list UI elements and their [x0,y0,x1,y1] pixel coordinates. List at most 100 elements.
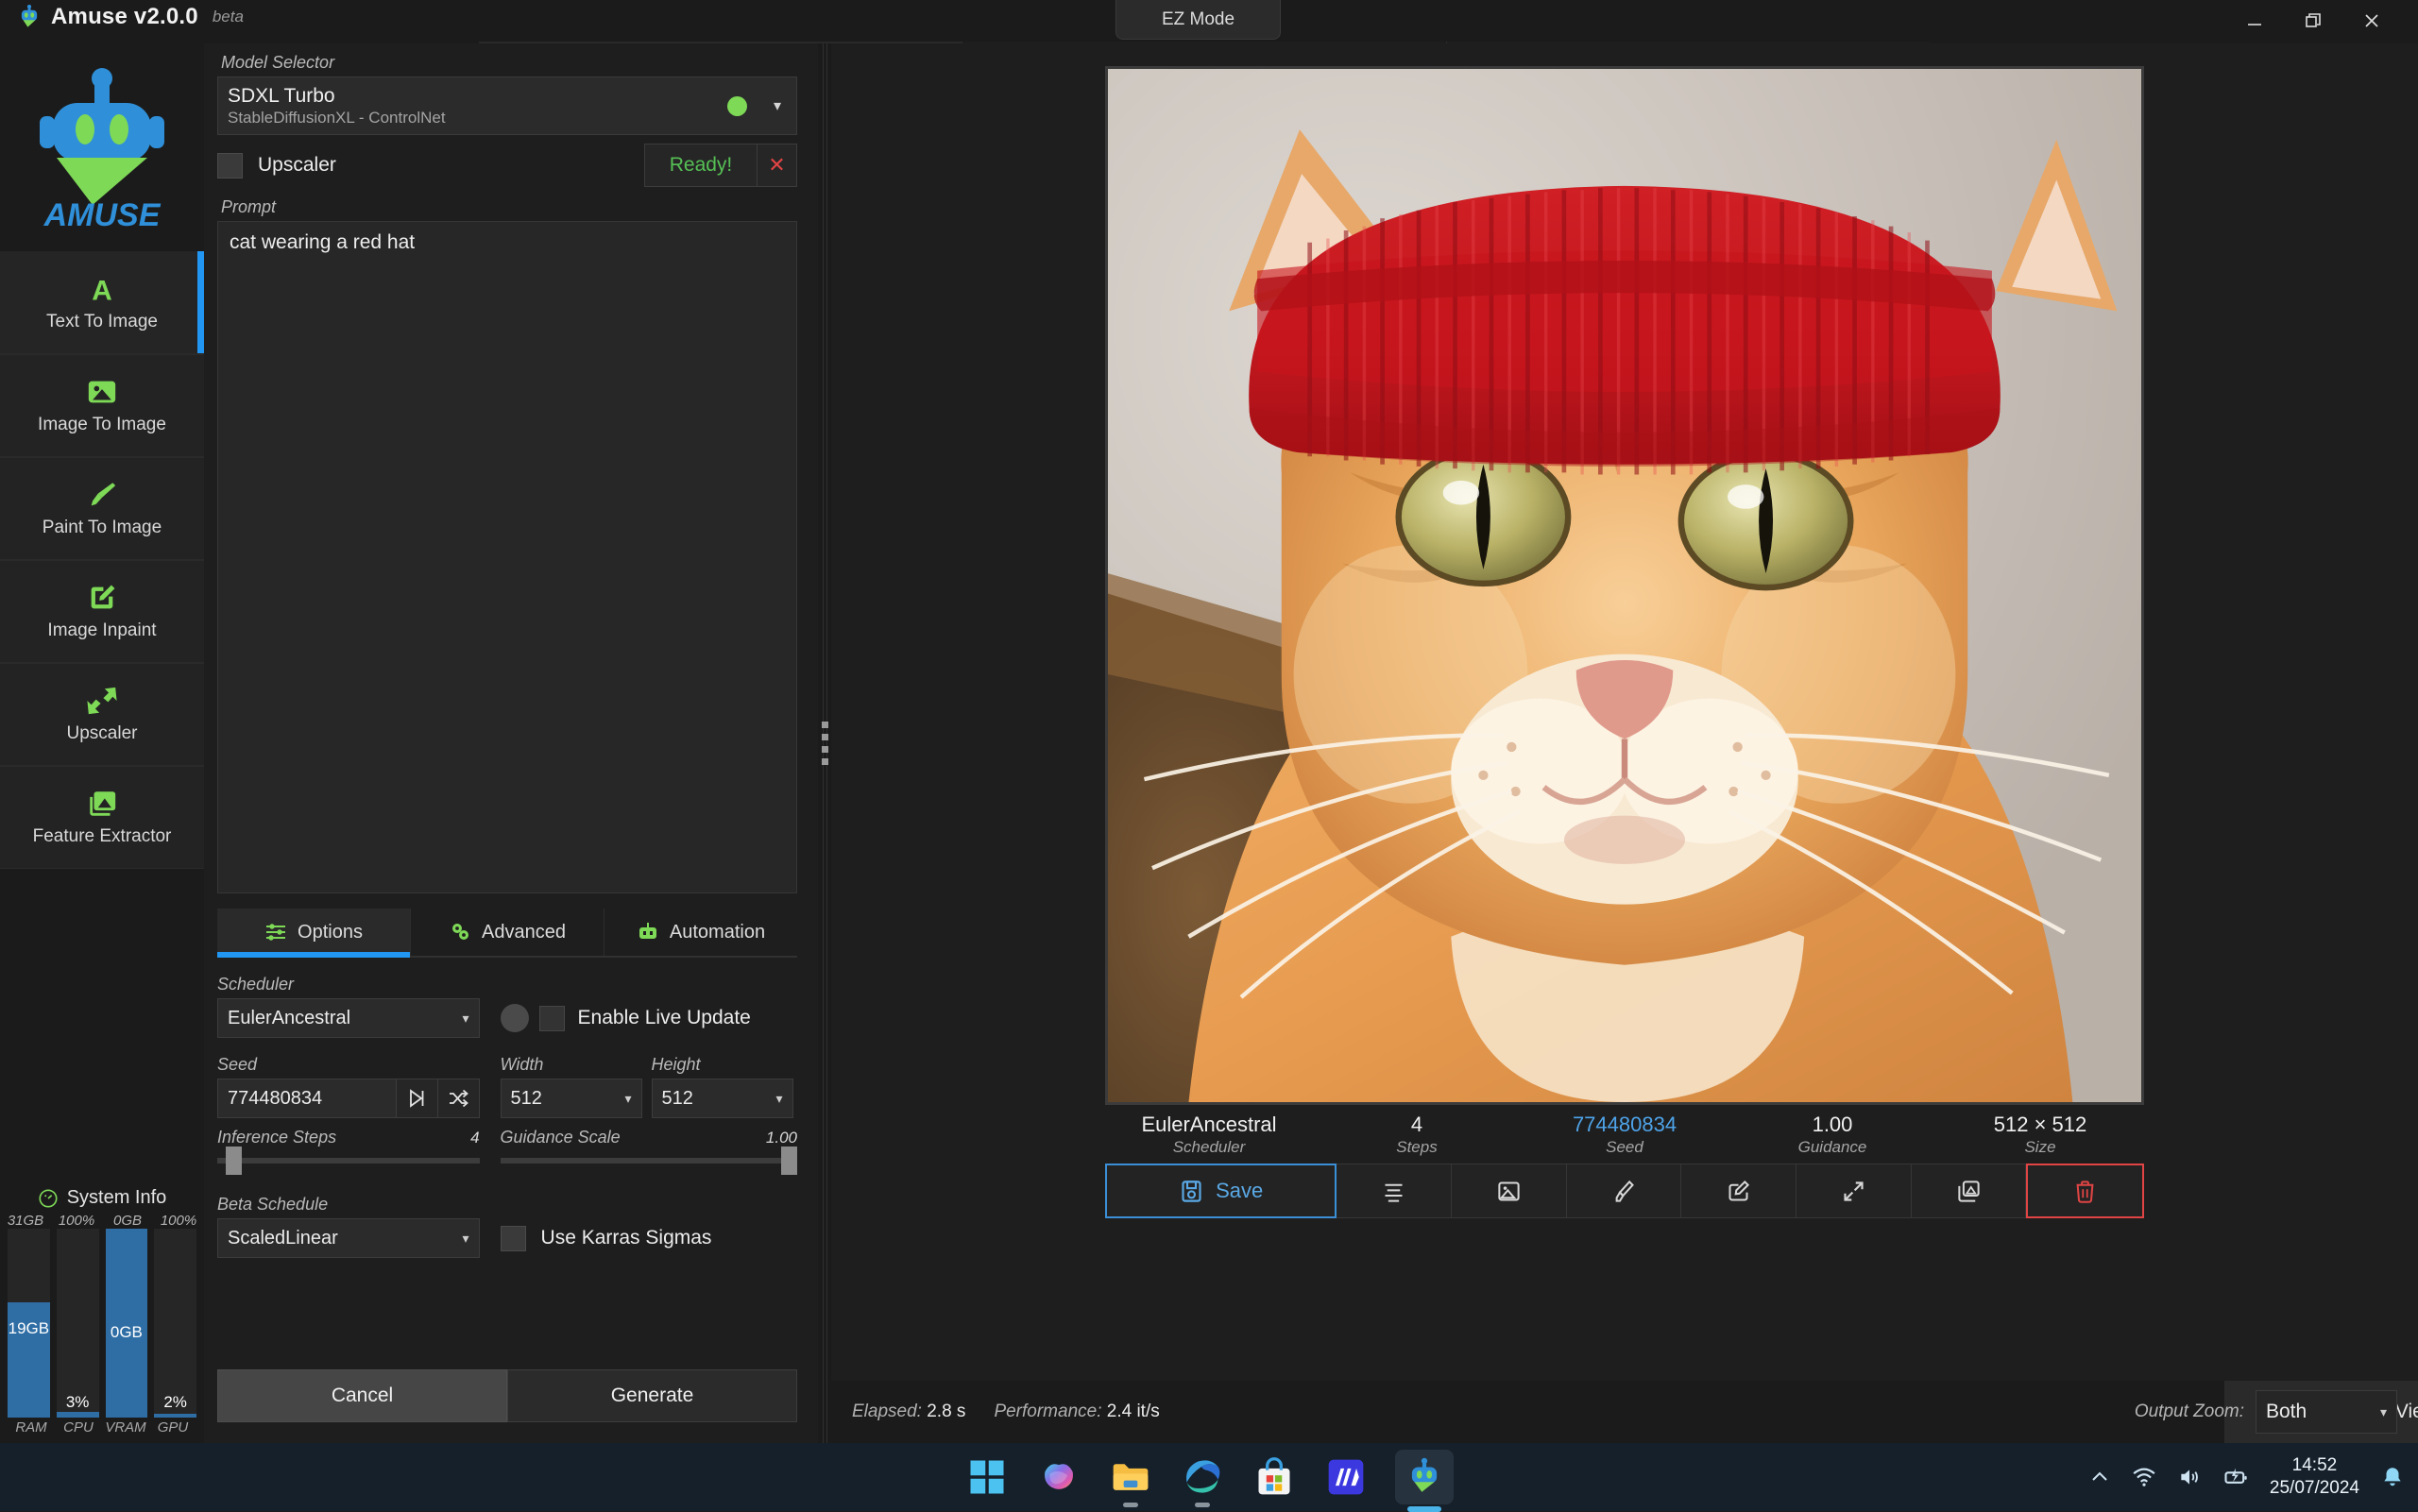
generation-settings-panel: Model Selector SDXL Turbo StableDiffusio… [204,43,818,1443]
system-info-header: System Info [0,1180,204,1213]
windows-taskbar: 14:52 25/07/2024 [0,1443,2418,1511]
panel-splitter[interactable] [818,43,831,1443]
ez-mode-button[interactable]: EZ Mode [1115,0,1281,40]
height-label: Height [652,1055,793,1075]
upscaler-label: Upscaler [258,154,336,177]
inpaint-button[interactable] [1681,1164,1796,1218]
seed-input[interactable]: 774480834 [217,1079,397,1118]
feature-extract-button[interactable] [1912,1164,2027,1218]
running-indicator [1123,1503,1138,1507]
beta-schedule-select[interactable]: ScaledLinear ▾ [217,1218,480,1258]
meta-label: Size [1936,1138,2144,1157]
generate-button[interactable]: Generate [507,1369,797,1422]
sidebar-item-image-inpaint[interactable]: Image Inpaint [0,560,204,663]
inference-steps-label: Inference Steps [217,1128,336,1147]
meta-guidance: 1.00 Guidance [1728,1113,1936,1157]
cpu-bar: 3% [57,1229,99,1418]
scheduler-label: Scheduler [217,975,480,994]
tab-label: Automation [670,922,765,943]
model-selector-dropdown[interactable]: SDXL Turbo StableDiffusionXL - ControlNe… [217,76,797,135]
system-info-panel: System Info 31GB 100% 0GB 100% 19GB 3% [0,1180,204,1443]
live-update-checkbox[interactable] [539,1006,565,1031]
prompt-input[interactable]: cat wearing a red hat [217,221,797,893]
sidebar-item-image-to-image[interactable]: Image To Image [0,354,204,457]
seed-randomize-button[interactable] [438,1079,480,1118]
guidance-scale-value: 1.00 [766,1129,797,1147]
meta-seed[interactable]: 774480834 Seed [1521,1113,1728,1157]
ram-label: RAM [8,1419,55,1436]
close-icon: ✕ [768,153,785,178]
cpu-value: 3% [57,1393,99,1412]
pencil-square-icon [1726,1179,1751,1204]
sidebar-item-upscaler[interactable]: Upscaler [0,663,204,766]
elapsed-status: Elapsed: 2.8 s [852,1402,965,1422]
unload-model-button[interactable]: ✕ [758,144,797,187]
delete-button[interactable] [2026,1164,2144,1218]
wifi-icon[interactable] [2132,1465,2156,1489]
copilot-icon[interactable] [1036,1454,1081,1500]
system-info-bars: 19GB 3% 0GB 2% [0,1229,204,1418]
guidance-scale-slider[interactable] [501,1147,797,1174]
tab-options[interactable]: Options [217,909,411,956]
folder-icon [1110,1456,1151,1498]
save-button[interactable]: Save [1105,1164,1337,1218]
ready-label: Ready! [670,154,733,177]
height-select[interactable]: 512 ▾ [652,1079,793,1118]
chevron-up-icon[interactable] [2088,1466,2111,1488]
maximize-button[interactable] [2284,0,2342,42]
seed-label: Seed [217,1055,480,1075]
generated-image[interactable] [1105,66,2144,1105]
model-selector-label: Model Selector [221,53,797,73]
windows-logo-icon [967,1457,1007,1497]
close-icon [2361,10,2382,31]
notification-bell-icon[interactable] [2380,1465,2405,1489]
cpu-label: CPU [55,1419,102,1436]
performance-label: Performance: [994,1402,1101,1421]
image-to-image-button[interactable] [1452,1164,1567,1218]
paint-to-image-button[interactable] [1567,1164,1682,1218]
microsoft-store-icon[interactable] [1252,1454,1297,1500]
width-label: Width [501,1055,642,1075]
inference-steps-slider[interactable] [217,1147,480,1174]
sidebar-item-feature-extractor[interactable]: Feature Extractor [0,766,204,869]
vram-label: VRAM [102,1419,149,1436]
volume-icon[interactable] [2177,1465,2202,1489]
splitter-grip[interactable] [822,719,828,768]
details-button[interactable] [1337,1164,1452,1218]
sidebar-item-label: Upscaler [67,723,138,744]
scheduler-select[interactable]: EulerAncestral ▾ [217,998,480,1038]
live-update-toggle[interactable] [501,1004,529,1032]
image-icon [86,376,118,408]
amuse-app-icon[interactable] [1395,1450,1454,1504]
amuse-installer-icon[interactable] [1323,1454,1369,1500]
slider-thumb[interactable] [226,1147,242,1175]
battery-charging-icon[interactable] [2222,1464,2249,1490]
chevron-down-icon: ▾ [625,1091,632,1107]
store-bag-icon [1253,1456,1295,1498]
karras-label: Use Karras Sigmas [541,1227,712,1249]
sidebar-item-label: Feature Extractor [33,826,172,847]
taskbar-clock[interactable]: 14:52 25/07/2024 [2270,1454,2359,1500]
output-zoom-select[interactable]: Both ▾ [2256,1390,2397,1434]
sidebar-item-text-to-image[interactable]: A Text To Image [0,251,204,354]
status-bar: Elapsed: 2.8 s Performance: 2.4 it/s Out… [831,1381,2418,1443]
karras-checkbox[interactable] [501,1226,526,1251]
close-button[interactable] [2342,0,2401,42]
cancel-button[interactable]: Cancel [217,1369,507,1422]
slider-thumb[interactable] [781,1147,797,1175]
seed-next-button[interactable] [397,1079,438,1118]
windows-start-icon[interactable] [964,1454,1010,1500]
width-select[interactable]: 512 ▾ [501,1079,642,1118]
sidebar-item-paint-to-image[interactable]: Paint To Image [0,457,204,560]
elapsed-value: 2.8 s [927,1402,965,1421]
edge-icon[interactable] [1180,1454,1225,1500]
upscaler-checkbox[interactable] [217,153,243,178]
save-icon [1179,1179,1204,1204]
amuse-logo-large-icon: AMUSE [26,67,178,228]
upscale-button[interactable] [1796,1164,1912,1218]
tab-automation[interactable]: Automation [604,909,797,956]
stacked-images-icon [86,788,118,820]
minimize-button[interactable] [2225,0,2284,42]
tab-advanced[interactable]: Advanced [411,909,604,956]
file-explorer-icon[interactable] [1108,1454,1153,1500]
